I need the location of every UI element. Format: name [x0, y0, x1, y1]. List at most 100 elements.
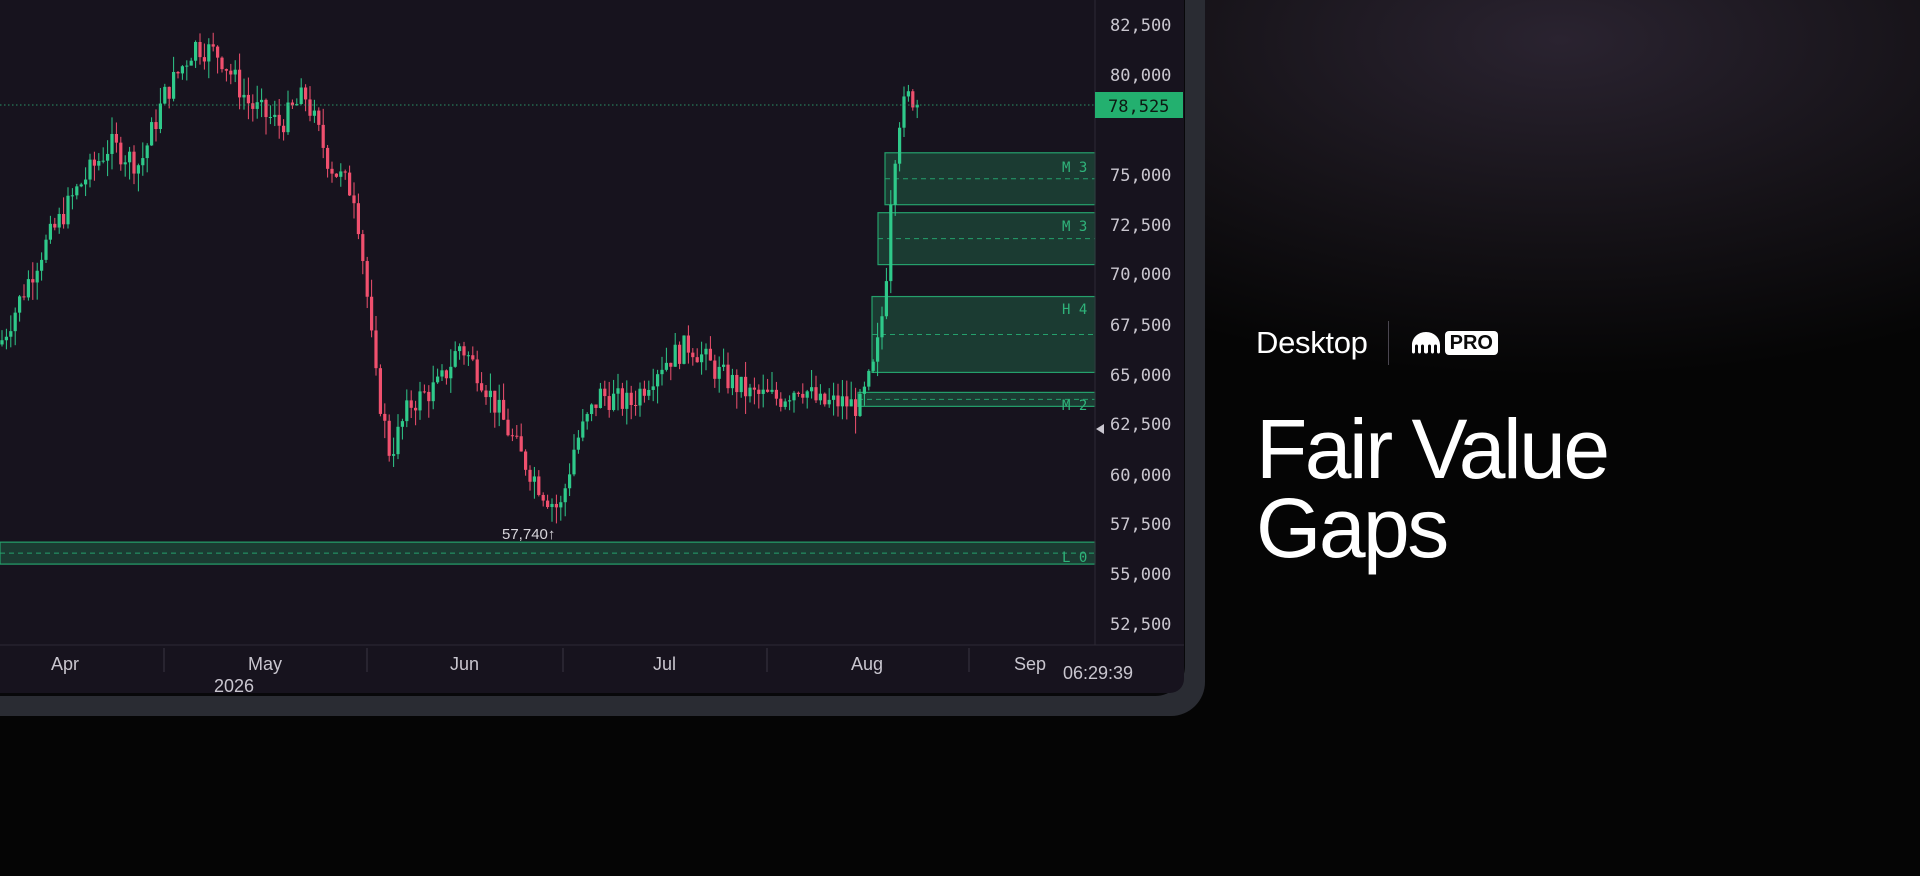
candle-down[interactable] — [365, 261, 369, 297]
candle-up[interactable] — [647, 389, 651, 396]
candle-up[interactable] — [286, 102, 290, 133]
candle-up[interactable] — [4, 336, 8, 341]
candle-down[interactable] — [669, 362, 673, 367]
candle-down[interactable] — [264, 99, 268, 118]
candle-up[interactable] — [79, 184, 83, 187]
candle-up[interactable] — [312, 110, 316, 116]
candle-up[interactable] — [625, 392, 629, 409]
candle-up[interactable] — [739, 376, 743, 393]
candle-up[interactable] — [400, 421, 404, 427]
candle-down[interactable] — [528, 469, 532, 482]
candle-up[interactable] — [722, 364, 726, 367]
candle-up[interactable] — [827, 399, 831, 405]
candle-down[interactable] — [176, 71, 180, 74]
candle-up[interactable] — [906, 91, 910, 97]
candle-up[interactable] — [141, 158, 145, 166]
candle-up[interactable] — [612, 393, 616, 410]
candle-up[interactable] — [66, 195, 70, 225]
candle-up[interactable] — [44, 239, 48, 260]
candle-up[interactable] — [35, 270, 39, 283]
candle-up[interactable] — [273, 114, 277, 118]
candle-up[interactable] — [405, 400, 409, 422]
candle-up[interactable] — [805, 391, 809, 398]
candle-up[interactable] — [194, 41, 198, 61]
candle-up[interactable] — [207, 44, 211, 62]
candle-up[interactable] — [392, 454, 396, 456]
candle-down[interactable] — [317, 110, 321, 125]
candle-down[interactable] — [251, 103, 255, 109]
candle-up[interactable] — [616, 388, 620, 394]
candle-up[interactable] — [783, 401, 787, 407]
candle-down[interactable] — [708, 348, 712, 361]
candle-up[interactable] — [770, 389, 774, 392]
candle-up[interactable] — [884, 281, 888, 317]
candle-down[interactable] — [779, 398, 783, 407]
candle-up[interactable] — [466, 355, 470, 357]
candle-down[interactable] — [752, 387, 756, 390]
candle-up[interactable] — [70, 195, 74, 197]
candle-up[interactable] — [867, 370, 871, 387]
candle-down[interactable] — [378, 368, 382, 414]
candle-up[interactable] — [638, 388, 642, 406]
candle-down[interactable] — [22, 296, 26, 298]
candle-down[interactable] — [475, 359, 479, 384]
candle-down[interactable] — [216, 46, 220, 58]
candle-up[interactable] — [106, 153, 110, 161]
candle-down[interactable] — [642, 388, 646, 396]
candle-down[interactable] — [823, 393, 827, 405]
candle-up[interactable] — [458, 346, 462, 352]
candle-down[interactable] — [678, 344, 682, 364]
candle-down[interactable] — [229, 70, 233, 75]
candle-up[interactable] — [651, 386, 655, 390]
candle-down[interactable] — [53, 223, 57, 228]
candle-down[interactable] — [814, 387, 818, 401]
candle-up[interactable] — [673, 344, 677, 367]
candle-up[interactable] — [189, 60, 193, 66]
candle-up[interactable] — [862, 386, 866, 394]
candle-down[interactable] — [374, 330, 378, 369]
candle-up[interactable] — [563, 488, 567, 503]
candle-up[interactable] — [559, 502, 563, 508]
candle-up[interactable] — [339, 171, 343, 177]
candle-up[interactable] — [431, 382, 435, 402]
candle-down[interactable] — [796, 392, 800, 394]
candle-up[interactable] — [876, 337, 880, 362]
candle-down[interactable] — [220, 57, 224, 70]
candle-up[interactable] — [233, 69, 237, 75]
candle-up[interactable] — [40, 259, 44, 271]
candle-down[interactable] — [713, 360, 717, 379]
candle-down[interactable] — [629, 392, 633, 405]
candle-down[interactable] — [383, 413, 387, 421]
candle-down[interactable] — [361, 234, 365, 262]
candle-up[interactable] — [268, 117, 272, 119]
candle-up[interactable] — [871, 361, 875, 371]
candle-down[interactable] — [224, 69, 228, 71]
candle-up[interactable] — [97, 160, 101, 166]
candle-up[interactable] — [158, 103, 162, 130]
candle-up[interactable] — [532, 476, 536, 482]
candle-up[interactable] — [136, 165, 140, 174]
candle-up[interactable] — [145, 145, 149, 159]
candle-up[interactable] — [704, 348, 708, 355]
candle-up[interactable] — [101, 160, 105, 162]
candle-up[interactable] — [13, 312, 17, 332]
candle-down[interactable] — [695, 357, 699, 363]
candle-down[interactable] — [387, 420, 391, 456]
candle-down[interactable] — [854, 399, 858, 416]
candle-down[interactable] — [202, 57, 206, 62]
candle-up[interactable] — [832, 395, 836, 400]
candle-up[interactable] — [110, 133, 114, 154]
candle-up[interactable] — [128, 151, 132, 163]
candle-up[interactable] — [48, 223, 52, 240]
candle-down[interactable] — [524, 451, 528, 470]
candle-up[interactable] — [163, 86, 167, 104]
candle-up[interactable] — [185, 65, 189, 67]
chart-screen[interactable]: 82,500 80,000 75,000 72,500 70,000 67,50… — [0, 0, 1184, 693]
candle-up[interactable] — [598, 388, 602, 408]
candle-down[interactable] — [92, 159, 96, 166]
candle-up[interactable] — [788, 400, 792, 402]
candle-down[interactable] — [462, 346, 466, 356]
candle-down[interactable] — [422, 391, 426, 393]
price-axis[interactable]: 82,500 80,000 75,000 72,500 70,000 67,50… — [1095, 16, 1183, 635]
candle-down[interactable] — [480, 383, 484, 391]
